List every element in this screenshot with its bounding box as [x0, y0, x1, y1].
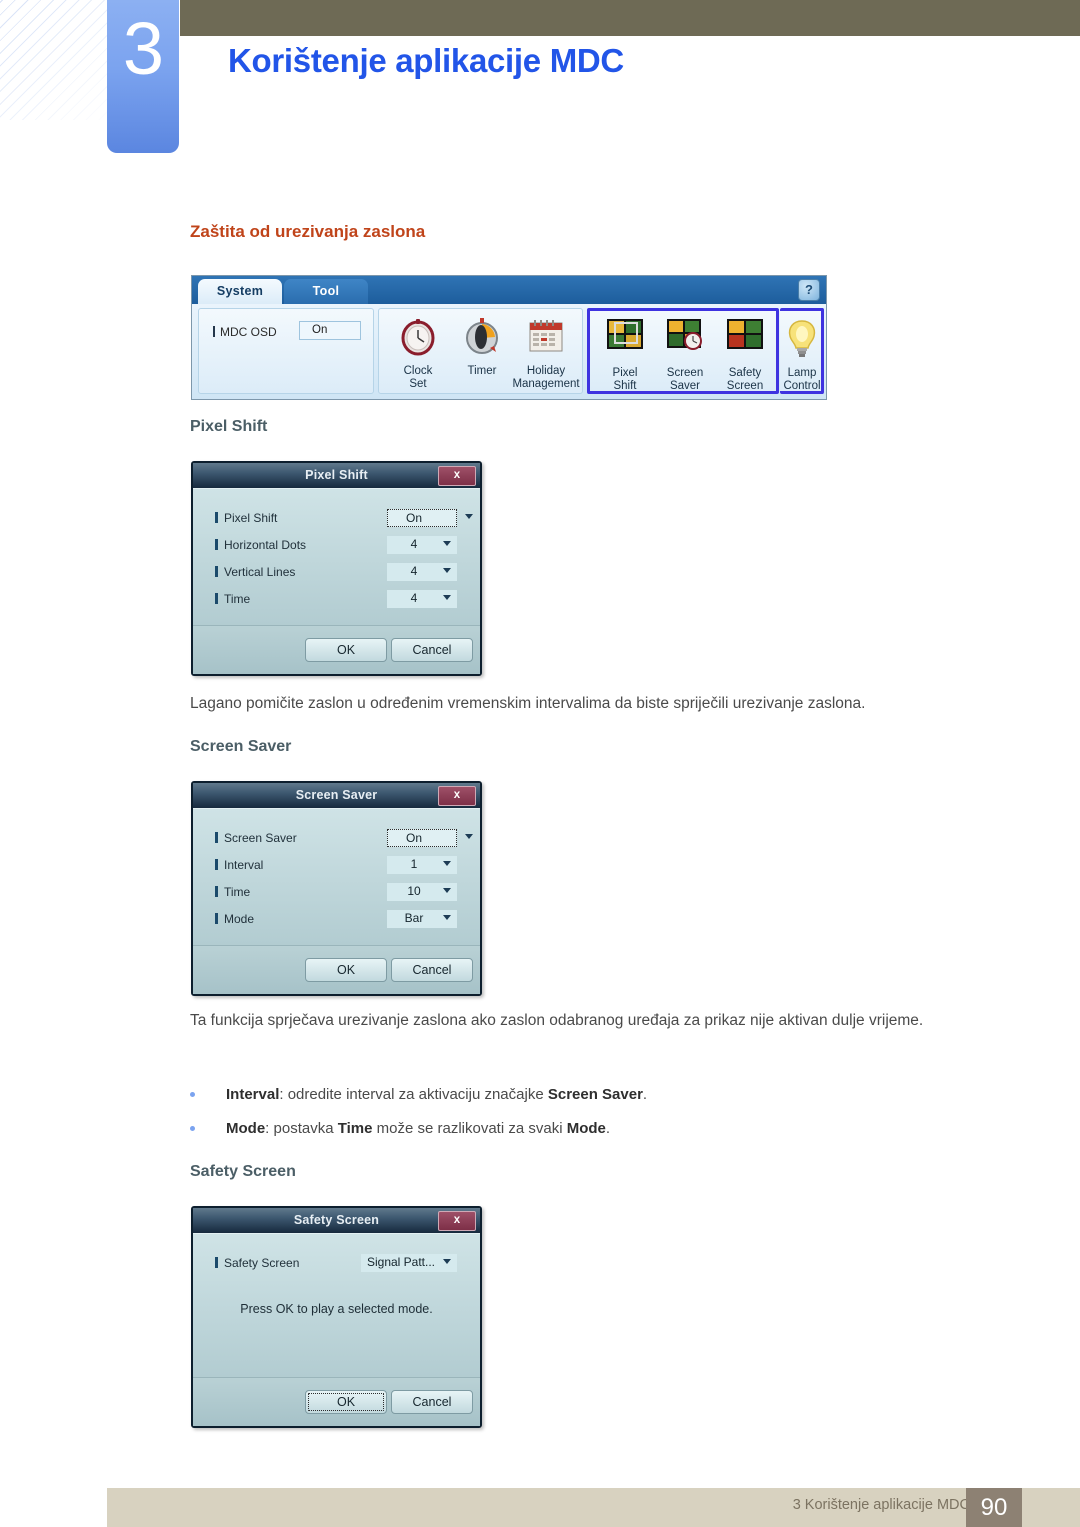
pixel-shift-dialog: Pixel Shift x Pixel Shift On Horizontal …: [191, 461, 482, 676]
dialog-titlebar[interactable]: Safety Screen x: [193, 1208, 480, 1233]
toolbar-group-osd: MDC OSD On: [198, 308, 374, 394]
help-icon[interactable]: ?: [798, 279, 820, 301]
pixel-shift-description: Lagano pomičite zaslon u određenim vreme…: [190, 695, 866, 712]
header-olive-bar: [180, 0, 1080, 36]
toolbar-label: Lamp Control: [783, 367, 821, 392]
close-icon[interactable]: x: [438, 466, 476, 486]
dialog-body: Pixel Shift On Horizontal Dots 4 Vertica…: [193, 488, 480, 625]
close-icon[interactable]: x: [438, 1211, 476, 1231]
dialog-footer: OK Cancel: [193, 1377, 480, 1426]
chapter-number: 3: [122, 7, 164, 90]
mdc-osd-label: MDC OSD: [213, 325, 277, 339]
heading-pixel-shift: Pixel Shift: [190, 418, 268, 435]
chapter-title: Korištenje aplikacije MDC: [228, 42, 624, 79]
clock-icon: [396, 315, 440, 359]
field-label-horizontal-dots: Horizontal Dots: [215, 538, 306, 552]
toolbar-group-screen-burn-protection: Pixel Shift Screen Saver Safety Screen: [587, 308, 779, 394]
toolbar-group-lamp: Lamp Control: [780, 308, 824, 394]
dialog-title: Screen Saver: [295, 788, 378, 802]
field-label-mode: Mode: [215, 912, 254, 926]
chapter-number-tab: 3: [107, 0, 179, 153]
chevron-down-icon[interactable]: [443, 595, 451, 600]
toolbar-body: MDC OSD On Clock Set Timer Holiday Manag…: [192, 304, 826, 399]
mdc-toolbar-screenshot: System Tool ? MDC OSD On Clock Set Timer…: [191, 275, 827, 400]
heading-safety-screen: Safety Screen: [190, 1163, 296, 1180]
toolbar-tab-strip: System Tool ?: [192, 276, 826, 304]
list-item: Mode: postavka Time može se razlikovati …: [190, 1117, 980, 1141]
toolbar-label: Holiday Management: [512, 365, 580, 390]
section-title: Zaštita od urezivanja zaslona: [190, 222, 426, 241]
select-pixel-shift[interactable]: On: [387, 509, 457, 527]
dialog-body: Safety Screen Signal Patt... Press OK to…: [193, 1233, 480, 1377]
ok-button[interactable]: OK: [305, 1390, 387, 1414]
footer-text: 3 Korištenje aplikacije MDC: [792, 1497, 970, 1513]
tab-system[interactable]: System: [198, 279, 282, 304]
pixel-shift-icon: [603, 317, 647, 361]
ok-button[interactable]: OK: [305, 958, 387, 982]
field-label-time: Time: [215, 592, 250, 606]
bullet-text: Interval: odredite interval za aktivacij…: [226, 1086, 648, 1103]
field-label-time: Time: [215, 885, 250, 899]
field-label-screen-saver: Screen Saver: [215, 831, 297, 845]
dialog-title: Pixel Shift: [305, 468, 368, 482]
heading-screen-saver: Screen Saver: [190, 738, 292, 755]
ok-button[interactable]: OK: [305, 638, 387, 662]
dialog-footer: OK Cancel: [193, 625, 480, 674]
toolbar-label: Clock Set: [403, 365, 433, 390]
toolbar-group-schedule: Clock Set Timer Holiday Management: [378, 308, 583, 394]
safety-screen-dialog: Safety Screen x Safety Screen Signal Pat…: [191, 1206, 482, 1428]
toolbar-label: Timer: [467, 365, 497, 377]
dialog-title: Safety Screen: [293, 1213, 380, 1227]
chevron-down-icon[interactable]: [443, 1259, 451, 1264]
cancel-button[interactable]: Cancel: [391, 1390, 473, 1414]
tab-tool[interactable]: Tool: [284, 279, 368, 304]
chevron-down-icon[interactable]: [443, 915, 451, 920]
list-item: Interval: odredite interval za aktivacij…: [190, 1083, 980, 1107]
page-number: 90: [980, 1494, 1008, 1521]
calendar-icon: [524, 315, 568, 359]
chevron-down-icon[interactable]: [465, 834, 473, 839]
dialog-footer: OK Cancel: [193, 945, 480, 994]
dialog-note: Press OK to play a selected mode.: [240, 1302, 433, 1316]
bullet-text: Mode: postavka Time može se razlikovati …: [226, 1120, 611, 1137]
dialog-titlebar[interactable]: Screen Saver x: [193, 783, 480, 808]
safety-screen-icon: [723, 317, 767, 361]
field-label-interval: Interval: [215, 858, 263, 872]
chevron-down-icon[interactable]: [443, 888, 451, 893]
lamp-icon: [780, 317, 824, 361]
cancel-button[interactable]: Cancel: [391, 958, 473, 982]
dialog-body: Screen Saver On Interval 1 Time 10 Mode …: [193, 808, 480, 945]
select-screen-saver[interactable]: On: [387, 829, 457, 847]
close-icon[interactable]: x: [438, 786, 476, 806]
screen-saver-dialog: Screen Saver x Screen Saver On Interval …: [191, 781, 482, 996]
chevron-down-icon[interactable]: [443, 568, 451, 573]
cancel-button[interactable]: Cancel: [391, 638, 473, 662]
screen-saver-description: Ta funkcija sprječava urezivanje zaslona…: [190, 1012, 924, 1029]
field-label-vertical-lines: Vertical Lines: [215, 565, 295, 579]
mdc-osd-select[interactable]: On: [299, 321, 361, 340]
field-label-pixel-shift: Pixel Shift: [215, 511, 277, 525]
chevron-down-icon[interactable]: [443, 861, 451, 866]
bullet-icon: [190, 1126, 195, 1131]
field-label-safety-screen: Safety Screen: [215, 1256, 299, 1270]
decorative-hatch-pattern: [0, 0, 118, 120]
page-number-box: 90: [966, 1488, 1022, 1527]
bullet-icon: [190, 1092, 195, 1097]
screen-saver-icon: [663, 317, 707, 361]
chevron-down-icon[interactable]: [443, 541, 451, 546]
dialog-titlebar[interactable]: Pixel Shift x: [193, 463, 480, 488]
timer-icon: [460, 315, 504, 359]
chevron-down-icon[interactable]: [465, 514, 473, 519]
